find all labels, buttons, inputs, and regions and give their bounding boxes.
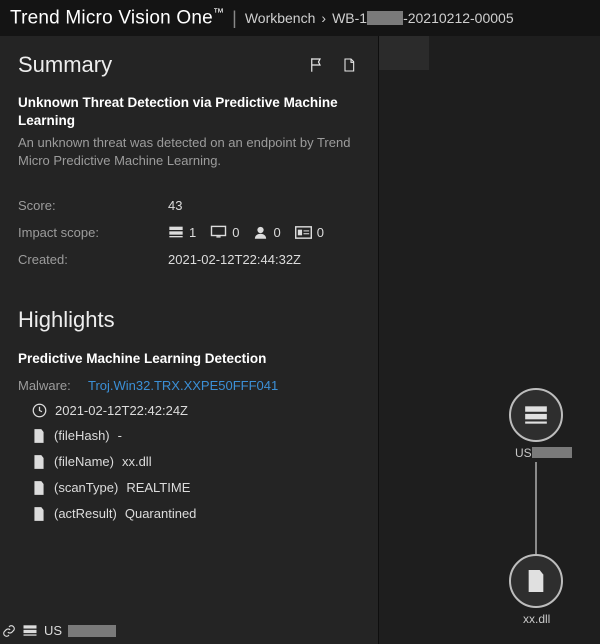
breadcrumb-workbench-id: WB-1-20210212-00005 [332, 10, 514, 26]
note-icon[interactable] [338, 54, 360, 76]
file-icon [32, 480, 46, 496]
scope-email: 0 [295, 225, 324, 240]
actresult-value: Quarantined [125, 506, 197, 521]
malware-label: Malware: [18, 378, 88, 393]
file-icon [525, 568, 547, 594]
graph-node-host-label: US [515, 446, 572, 460]
file-icon [32, 428, 46, 444]
alert-description: An unknown threat was detected on an end… [18, 134, 360, 169]
graph-tabbar[interactable] [379, 36, 429, 70]
clock-icon [32, 403, 47, 418]
scantype-value: REALTIME [126, 480, 190, 495]
monitor-icon [210, 225, 227, 239]
highlight-section-name: Predictive Machine Learning Detection [18, 351, 360, 366]
impact-scope-value: 1 0 0 0 [168, 225, 324, 240]
chevron-right-icon: › [321, 10, 326, 26]
summary-heading: Summary [18, 52, 296, 78]
redacted-block [367, 11, 403, 25]
score-label: Score: [18, 198, 168, 213]
filehash-value: - [118, 428, 122, 443]
graph-node-file-label: xx.dll [523, 612, 550, 626]
user-icon [253, 225, 268, 240]
filehash-label: (fileHash) [54, 428, 110, 443]
graph-node-host[interactable] [509, 388, 563, 442]
impact-scope-label: Impact scope: [18, 225, 168, 240]
app-header: Trend Micro Vision One™ | Workbench › WB… [0, 0, 600, 36]
app-title: Trend Micro Vision One™ [10, 7, 224, 29]
scope-endpoint: 1 [168, 225, 196, 240]
malware-link[interactable]: Troj.Win32.TRX.XXPE50FFF041 [88, 378, 278, 393]
score-value: 43 [168, 198, 182, 213]
redacted-block [532, 447, 572, 458]
server-icon [523, 404, 549, 426]
created-label: Created: [18, 252, 168, 267]
scope-desktop: 0 [210, 225, 239, 240]
breadcrumb-separator: | [232, 8, 237, 29]
scope-account: 0 [253, 225, 280, 240]
server-icon [22, 624, 38, 637]
redacted-block [68, 625, 116, 637]
impacted-host[interactable]: US [2, 623, 116, 638]
summary-panel: Summary Unknown Threat Detection via Pre… [0, 36, 378, 644]
alert-title: Unknown Threat Detection via Predictive … [18, 94, 360, 130]
detection-details: 2021-02-12T22:42:24Z (fileHash) - (fileN… [32, 403, 360, 522]
graph-panel[interactable]: US xx.dll [378, 36, 600, 644]
card-icon [295, 226, 312, 239]
actresult-label: (actResult) [54, 506, 117, 521]
scantype-label: (scanType) [54, 480, 118, 495]
server-icon [168, 225, 184, 239]
detection-time: 2021-02-12T22:42:24Z [55, 403, 188, 418]
file-icon [32, 506, 46, 522]
file-icon [32, 454, 46, 470]
graph-edge [535, 462, 537, 554]
breadcrumb-root[interactable]: Workbench [245, 10, 316, 26]
flag-icon[interactable] [306, 54, 328, 76]
created-value: 2021-02-12T22:44:32Z [168, 252, 301, 267]
highlights-heading: Highlights [18, 307, 360, 333]
filename-value: xx.dll [122, 454, 152, 469]
filename-label: (fileName) [54, 454, 114, 469]
graph-node-file[interactable] [509, 554, 563, 608]
link-icon [2, 624, 16, 638]
